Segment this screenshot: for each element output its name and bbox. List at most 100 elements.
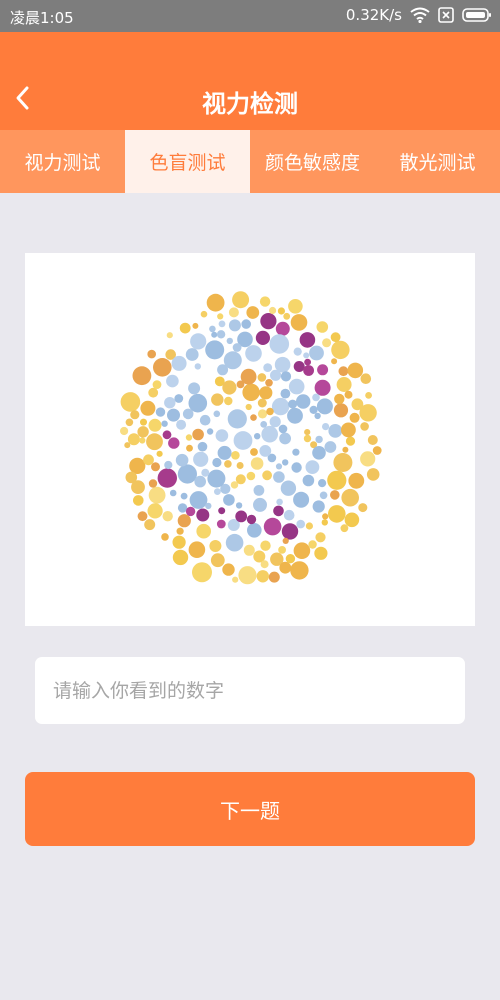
plate-dot (124, 442, 131, 449)
plate-dot (348, 472, 365, 489)
plate-dot (212, 457, 222, 468)
plate-dot (275, 321, 290, 336)
plate-dot (372, 446, 382, 455)
plate-dot (226, 337, 233, 345)
plate-dot (349, 412, 360, 423)
plate-dot (293, 491, 310, 508)
plate-dot (140, 400, 156, 416)
plate-dot (260, 560, 269, 569)
plate-dot (210, 553, 225, 568)
plate-dot (227, 409, 247, 429)
plate-dot (250, 414, 257, 421)
plate-dot (125, 471, 138, 484)
plate-dot (282, 459, 289, 466)
status-time: 凌晨1:05 (10, 9, 74, 27)
plate-dot (345, 436, 356, 446)
plate-dot (255, 330, 270, 345)
plate-dot (194, 475, 206, 488)
plate-dot (340, 524, 349, 533)
plate-dot (231, 451, 240, 460)
plate-dot (365, 392, 372, 399)
plate-dot (285, 554, 296, 564)
plate-dot (287, 407, 303, 424)
plate-dot (360, 422, 369, 431)
answer-input[interactable] (35, 657, 465, 724)
plate-dot (283, 312, 291, 320)
plate-dot (250, 448, 258, 456)
plate-dot (292, 448, 300, 456)
plate-dot (192, 562, 212, 583)
plate-dot (148, 479, 158, 488)
plate-dot (216, 519, 226, 529)
plate-dot (199, 414, 211, 426)
plate-dot (257, 373, 267, 382)
plate-dot (224, 396, 233, 406)
plate-dot (312, 500, 325, 513)
plate-dot (280, 371, 292, 382)
plate-dot (260, 313, 277, 330)
plate-dot (182, 408, 194, 420)
plate-dot (309, 405, 318, 414)
plate-dot (205, 340, 225, 360)
plate-dot (296, 519, 306, 529)
plate-dot (196, 508, 210, 522)
plate-dot (189, 491, 208, 509)
tab-color-sensitivity[interactable]: 颜色敏感度 (250, 130, 375, 193)
plate-dot (314, 546, 328, 560)
plate-dot (327, 470, 347, 490)
plate-dot (162, 430, 172, 440)
plate-dot (222, 380, 237, 395)
plate-dot (250, 457, 264, 470)
plate-dot (259, 386, 273, 400)
plate-dot (302, 474, 315, 487)
plate-dot (269, 416, 281, 428)
plate-dot (367, 435, 378, 445)
plate-dot (185, 506, 196, 517)
next-question-button[interactable]: 下一题 (25, 772, 475, 846)
plate-dot (330, 490, 340, 500)
plate-dot (164, 397, 176, 409)
plate-dot (206, 428, 214, 435)
plate-dot (259, 296, 271, 307)
plate-dot (253, 497, 267, 512)
plate-dot (217, 313, 224, 320)
plate-dot (279, 432, 291, 445)
plate-dot (206, 293, 225, 312)
plate-dot (174, 394, 184, 403)
plate-dot (137, 511, 148, 522)
plate-dot (328, 505, 346, 523)
plate-dot (331, 340, 350, 360)
plate-dot (265, 379, 273, 387)
plate-dot (324, 441, 337, 453)
plate-dot (151, 462, 160, 472)
tab-astigmatism-test[interactable]: 散光测试 (375, 130, 500, 193)
plate-dot (359, 404, 377, 422)
plate-dot (247, 523, 262, 538)
plate-dot (209, 540, 222, 552)
plate-dot (207, 469, 226, 488)
plate-dot (330, 332, 341, 343)
plate-dot (167, 408, 180, 422)
plate-dot (235, 502, 243, 509)
plate-dot (347, 362, 364, 379)
plate-dot (271, 397, 290, 416)
plate-dot (276, 498, 283, 506)
tab-vision-test[interactable]: 视力测试 (0, 130, 125, 193)
tab-color-blind-test[interactable]: 色盲测试 (125, 130, 250, 193)
plate-dot (180, 492, 188, 500)
plate-dot (232, 343, 242, 352)
tab-bar: 视力测试 色盲测试 颜色敏感度 散光测试 (0, 130, 500, 193)
plate-dot (293, 361, 305, 372)
plate-dot (156, 450, 163, 457)
plate-dot (211, 393, 224, 406)
plate-dot (303, 365, 314, 376)
plate-dot (281, 523, 299, 540)
plate-dot (312, 393, 320, 402)
plate-dot (188, 541, 206, 558)
plate-dot (238, 566, 257, 585)
plate-dot (246, 471, 256, 481)
plate-dot (283, 509, 295, 521)
plate-dot (322, 338, 332, 348)
plate-dot (176, 419, 187, 430)
plate-dot (322, 513, 329, 520)
